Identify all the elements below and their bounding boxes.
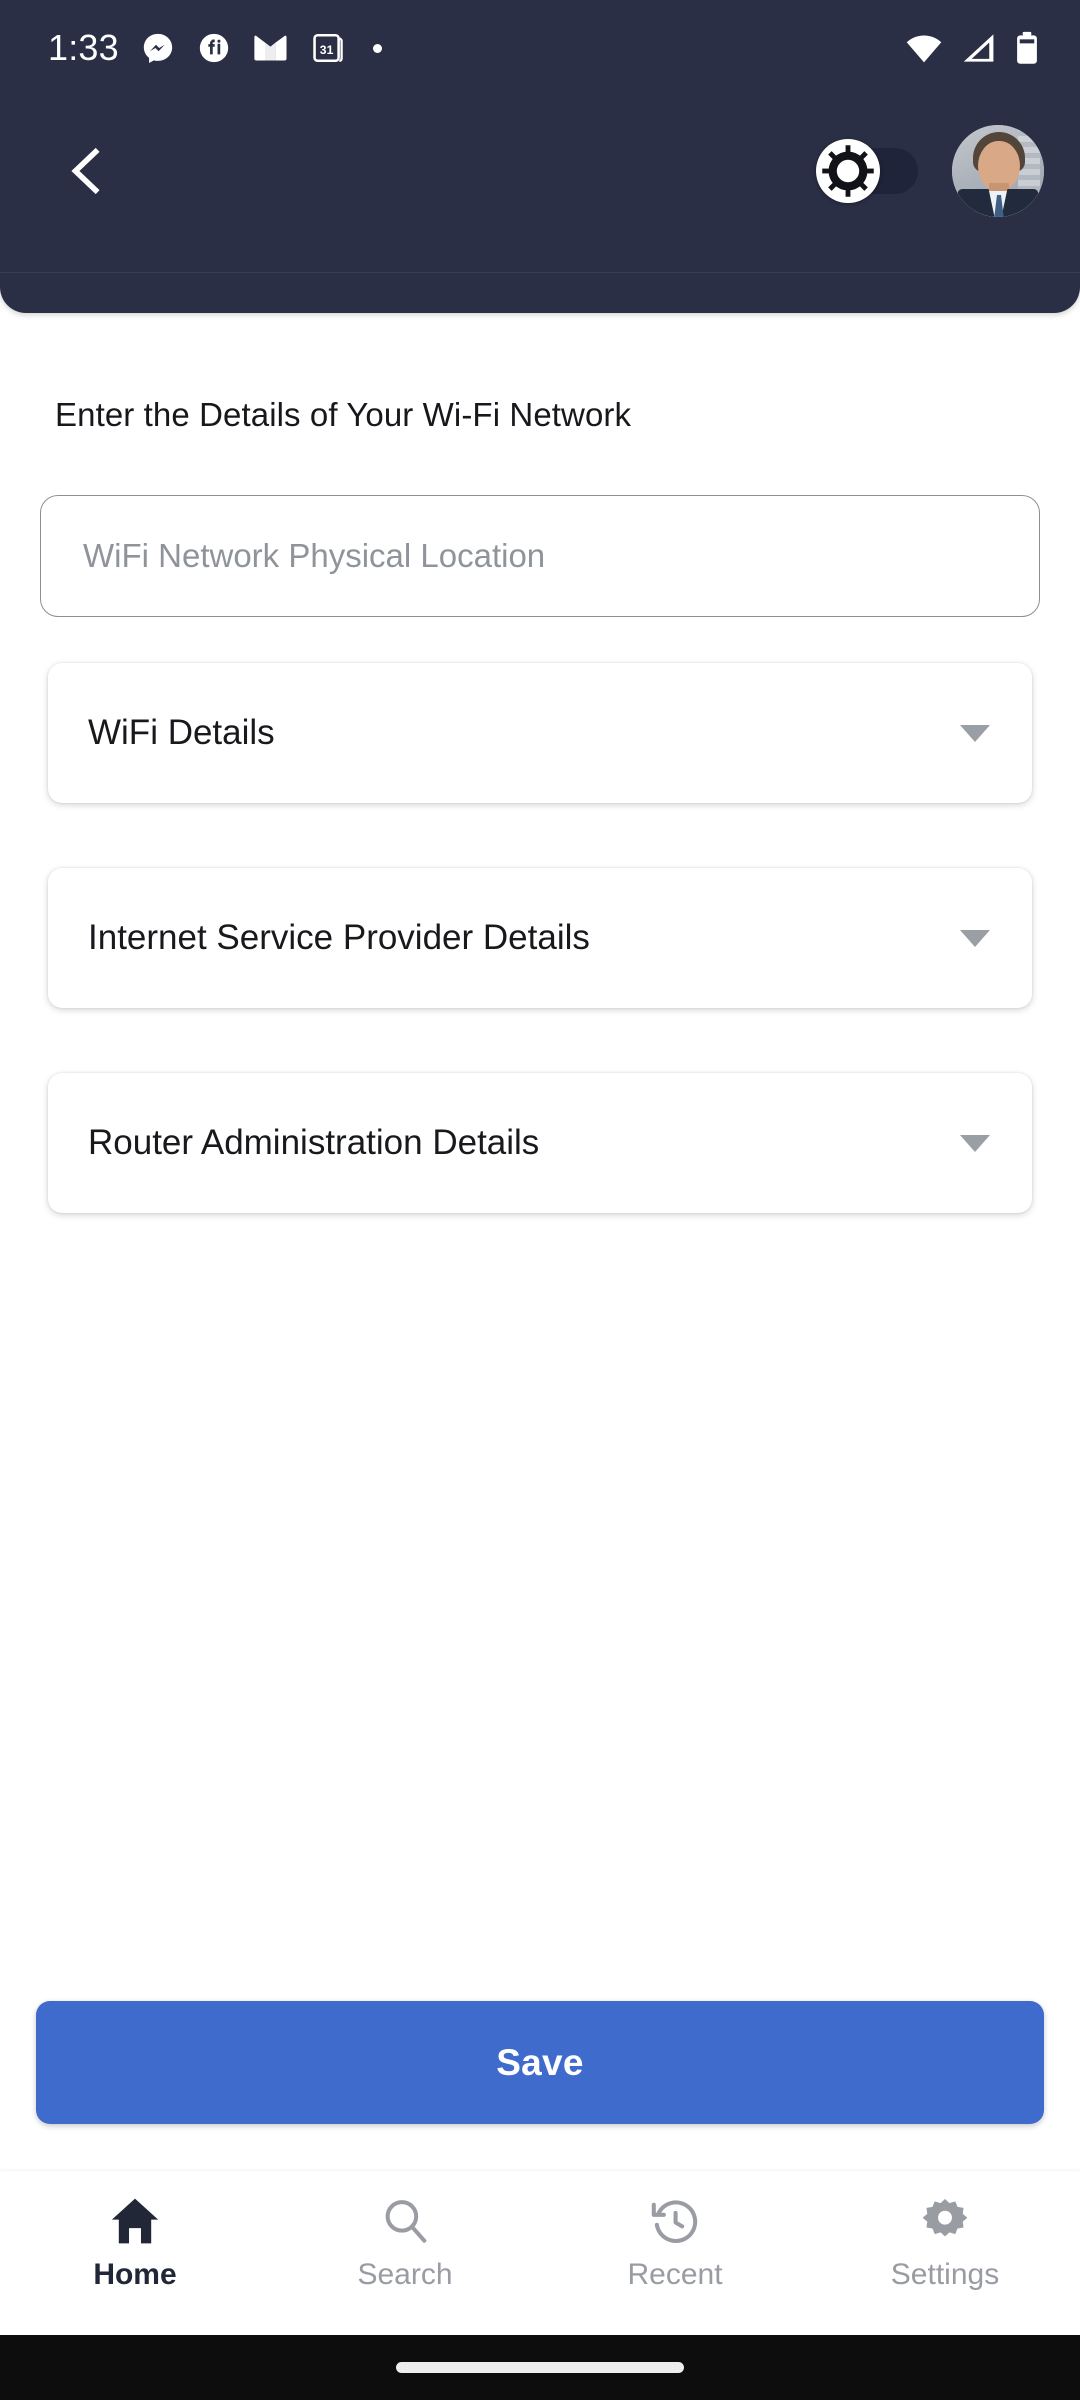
status-bar: 1:33 31 (0, 0, 1080, 96)
app-root: 1:33 31 Enter the Details of Your Wi-Fi … (0, 0, 1080, 2400)
caret-down-icon (960, 724, 990, 742)
theme-toggle-thumb (816, 139, 880, 203)
svg-text:31: 31 (320, 43, 334, 57)
save-button[interactable]: Save (36, 2001, 1044, 2124)
gear-icon (922, 2199, 968, 2237)
history-clock-icon (651, 2200, 698, 2243)
nav-item-home[interactable]: Home (0, 2171, 270, 2292)
nav-item-settings[interactable]: Settings (810, 2171, 1080, 2292)
accordion-wifi-details[interactable]: WiFi Details (48, 663, 1032, 803)
battery-icon (1017, 31, 1037, 64)
theme-toggle[interactable] (816, 139, 918, 203)
wifi-location-input[interactable]: WiFi Network Physical Location (40, 495, 1040, 617)
back-button[interactable] (48, 133, 124, 209)
accordion-label: Router Administration Details (88, 1123, 540, 1162)
dot-icon (372, 43, 382, 53)
messenger-icon (143, 33, 173, 64)
app-bar-actions (816, 125, 1044, 217)
nav-label-settings: Settings (890, 2258, 1000, 2291)
home-indicator[interactable] (396, 2362, 684, 2373)
caret-down-icon (960, 929, 990, 947)
save-button-label: Save (496, 2041, 584, 2083)
status-bar-right (904, 31, 1040, 65)
nav-item-search[interactable]: Search (270, 2171, 540, 2292)
accordion-isp-details[interactable]: Internet Service Provider Details (48, 868, 1032, 1008)
nav-label-recent: Recent (627, 2258, 723, 2291)
app-bar (0, 96, 1080, 246)
gesture-bar (0, 2335, 1080, 2400)
main-content: Enter the Details of Your Wi-Fi Network … (0, 313, 1080, 1213)
cellular-signal-icon (963, 34, 994, 62)
status-bar-left: 1:33 31 (48, 27, 382, 69)
caret-down-icon (960, 1134, 990, 1152)
accordion-label: WiFi Details (88, 713, 275, 752)
header-divider (0, 272, 1080, 273)
sun-icon (822, 145, 874, 197)
avatar-suit-left (956, 189, 996, 217)
bottom-navigation: Home Search Recent Settings (0, 2171, 1080, 2335)
home-icon (111, 2198, 159, 2244)
nav-label-search: Search (357, 2258, 453, 2291)
calendar-31-icon: 31 (313, 33, 343, 63)
accordion-router-admin-details[interactable]: Router Administration Details (48, 1073, 1032, 1213)
search-icon (385, 2200, 427, 2243)
wifi-location-placeholder: WiFi Network Physical Location (83, 537, 546, 574)
nav-label-home: Home (93, 2258, 177, 2291)
fiverr-icon (199, 33, 229, 63)
nav-item-recent[interactable]: Recent (540, 2171, 810, 2292)
status-bar-clock: 1:33 (48, 27, 119, 68)
app-header: 1:33 31 (0, 0, 1080, 313)
wifi-icon (906, 35, 942, 63)
accordion-label: Internet Service Provider Details (88, 918, 590, 957)
avatar-suit-right (1000, 189, 1040, 217)
avatar[interactable] (952, 125, 1044, 217)
page-title: Enter the Details of Your Wi-Fi Network (55, 396, 632, 433)
chevron-left-icon (71, 147, 100, 195)
gmail-icon (254, 35, 287, 61)
